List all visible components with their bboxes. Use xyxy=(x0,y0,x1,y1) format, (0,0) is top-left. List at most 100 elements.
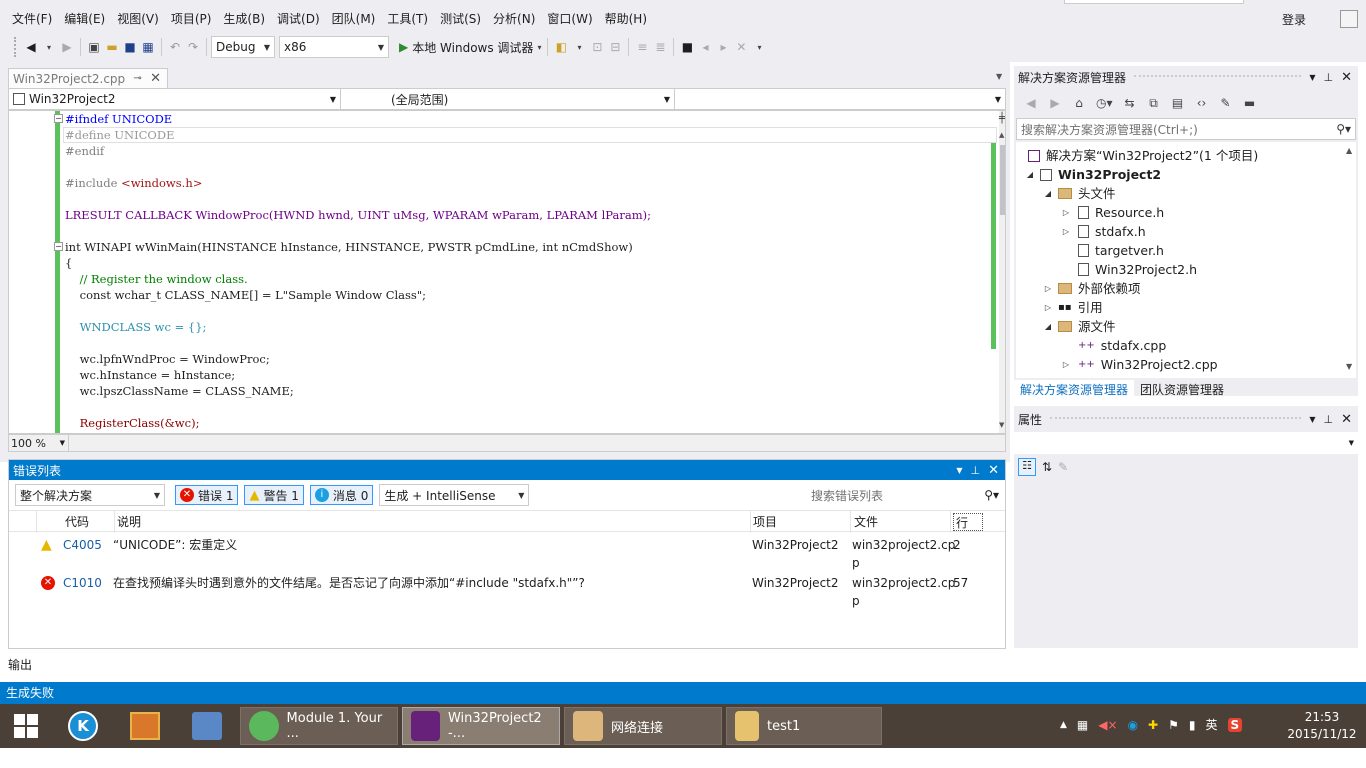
member-nav-select[interactable]: ▼ xyxy=(679,89,1005,109)
chevron-down-icon[interactable]: ▼ xyxy=(1309,415,1315,424)
toolbar-overflow-icon[interactable]: ▾ xyxy=(750,36,768,58)
quick-launch-box[interactable] xyxy=(1064,0,1244,4)
close-icon[interactable]: ✕ xyxy=(1341,412,1352,427)
properties-icon[interactable]: ✎ xyxy=(1217,92,1235,114)
tree-item-project[interactable]: ◢ Win32Project2 xyxy=(1024,165,1161,184)
tree-item-references[interactable]: ▷ ▪▪ 引用 xyxy=(1042,298,1103,317)
pin-icon[interactable]: ⊥ xyxy=(1324,71,1334,84)
uncomment-icon[interactable]: ⊟ xyxy=(606,36,624,58)
tree-item-sources-folder[interactable]: ◢ 源文件 xyxy=(1042,317,1116,336)
preview-icon[interactable]: ▬ xyxy=(1241,92,1259,114)
taskbar-item-network[interactable]: 网络连接 xyxy=(564,707,722,745)
menu-file[interactable]: 文件(F) xyxy=(6,6,58,32)
menu-test[interactable]: 测试(S) xyxy=(434,6,487,32)
warnings-filter-button[interactable]: ▲ 警告 1 xyxy=(244,485,304,505)
open-file-icon[interactable]: ▬ xyxy=(103,36,121,58)
close-icon[interactable]: ✕ xyxy=(1341,70,1352,85)
tree-item-file[interactable]: ▷ ++ Win32Project2.cpp xyxy=(1060,355,1218,374)
show-hidden-icons-icon[interactable]: ▲ xyxy=(1060,720,1067,730)
tree-item-file[interactable]: Win32Project2.h xyxy=(1078,260,1197,279)
flag-icon[interactable]: ⚑ xyxy=(1168,718,1179,732)
search-icon[interactable]: ⚲▾ xyxy=(984,488,1003,502)
collapse-icon[interactable]: − xyxy=(54,114,63,123)
zoom-select[interactable]: 100 % ▼ xyxy=(9,435,69,451)
collapsed-icon[interactable]: ▷ xyxy=(1060,203,1072,222)
network-tray-icon[interactable]: ◉ xyxy=(1128,718,1138,732)
properties-object-select[interactable]: ▼ xyxy=(1014,432,1358,454)
solution-search-input[interactable]: 搜索解决方案资源管理器(Ctrl+;) ⚲▾ xyxy=(1016,118,1356,140)
tree-item-external-deps[interactable]: ▷ 外部依赖项 xyxy=(1042,279,1141,298)
code-editor[interactable]: − − #ifndef UNICODE #define UNICODE #end… xyxy=(8,110,1006,434)
forward-icon[interactable]: ▶ xyxy=(1046,92,1064,114)
chevron-down-icon[interactable]: ▼ xyxy=(956,466,962,475)
tree-item-headers-folder[interactable]: ◢ 头文件 xyxy=(1042,184,1116,203)
expanded-icon[interactable]: ◢ xyxy=(1042,317,1054,336)
menu-help[interactable]: 帮助(H) xyxy=(599,6,653,32)
tray-app-icon[interactable]: ▦ xyxy=(1077,718,1088,732)
scroll-down-icon[interactable]: ▼ xyxy=(1346,362,1352,371)
start-button[interactable] xyxy=(14,714,40,740)
menu-project[interactable]: 项目(P) xyxy=(165,6,218,32)
severity-column-header[interactable] xyxy=(9,511,37,533)
config-select[interactable]: Debug ▼ xyxy=(211,36,275,58)
next-bookmark-icon[interactable]: ▸ xyxy=(714,36,732,58)
error-row[interactable]: ▲ C4005 “UNICODE”: 宏重定义 Win32Project2 wi… xyxy=(9,536,1005,572)
error-code-link[interactable]: C1010 xyxy=(63,574,102,592)
home-icon[interactable]: ⌂ xyxy=(1070,92,1088,114)
tree-scrollbar[interactable]: ▲ ▼ xyxy=(1344,142,1356,378)
sogou-ime-icon[interactable]: S xyxy=(1227,717,1243,732)
image-app-icon[interactable] xyxy=(130,712,160,740)
tree-item-file[interactable]: targetver.h xyxy=(1078,241,1164,260)
scroll-up-icon[interactable]: ▲ xyxy=(999,131,1004,139)
menu-analyze[interactable]: 分析(N) xyxy=(487,6,541,32)
pending-changes-icon[interactable]: ◷▾ xyxy=(1094,92,1115,114)
taskbar-item-folder[interactable]: test1 xyxy=(726,707,882,745)
toolbar-options-icon[interactable]: ▾ xyxy=(570,36,588,58)
outdent-icon[interactable]: ≡ xyxy=(633,36,651,58)
tab-overflow-icon[interactable]: ▼ xyxy=(996,72,1002,81)
categorized-icon[interactable]: ☷ xyxy=(1018,458,1036,476)
desc-column-header[interactable]: 说明 xyxy=(115,511,751,533)
collapse-icon[interactable]: − xyxy=(54,242,63,251)
collapsed-icon[interactable]: ▷ xyxy=(1042,298,1054,317)
error-search-input[interactable]: 搜索错误列表 ⚲▾ xyxy=(807,484,1003,506)
close-icon[interactable]: ✕ xyxy=(150,71,161,86)
line-column-header[interactable]: 行 xyxy=(953,513,983,531)
tab-solution-explorer[interactable]: 解决方案资源管理器 xyxy=(1014,380,1135,400)
clear-bookmarks-icon[interactable]: ✕ xyxy=(732,36,750,58)
show-all-files-icon[interactable]: ▤ xyxy=(1169,92,1187,114)
comment-icon[interactable]: ⊡ xyxy=(588,36,606,58)
ime-indicator[interactable]: 英 xyxy=(1205,716,1217,733)
taskbar-item-visual-studio[interactable]: Win32Project2 -... xyxy=(402,707,560,745)
security-icon[interactable]: ✚ xyxy=(1148,718,1158,732)
expanded-icon[interactable]: ◢ xyxy=(1042,184,1054,203)
menu-team[interactable]: 团队(M) xyxy=(326,6,382,32)
volume-muted-icon[interactable]: ◀× xyxy=(1098,718,1117,732)
back-icon[interactable]: ◀ xyxy=(22,36,40,58)
close-icon[interactable]: ✕ xyxy=(988,463,999,478)
menu-window[interactable]: 窗口(W) xyxy=(541,6,598,32)
messages-filter-button[interactable]: i 消息 0 xyxy=(309,485,374,505)
find-in-files-icon[interactable]: ◧ xyxy=(552,36,570,58)
indent-icon[interactable]: ≣ xyxy=(651,36,669,58)
collapsed-icon[interactable]: ▷ xyxy=(1060,355,1072,374)
clock[interactable]: 21:53 2015/11/12 xyxy=(1282,709,1362,743)
prev-bookmark-icon[interactable]: ◂ xyxy=(696,36,714,58)
menu-view[interactable]: 视图(V) xyxy=(111,6,165,32)
error-code-link[interactable]: C4005 xyxy=(63,536,102,554)
file-column-header[interactable]: 文件 xyxy=(851,511,951,533)
collapsed-icon[interactable]: ▷ xyxy=(1060,222,1072,241)
login-link[interactable]: 登录 xyxy=(1282,6,1306,34)
k-app-icon[interactable]: K xyxy=(68,711,98,741)
tool-app-icon[interactable] xyxy=(192,712,222,740)
scroll-down-icon[interactable]: ▼ xyxy=(999,421,1004,429)
output-tab[interactable]: 输出 xyxy=(8,656,32,673)
start-debug-button[interactable]: ▶ 本地 Windows 调试器 ▾ xyxy=(397,36,543,58)
project-column-header[interactable]: 项目 xyxy=(751,511,851,533)
tree-item-file[interactable]: ▷ stdafx.h xyxy=(1060,222,1146,241)
sync-icon[interactable]: ⇆ xyxy=(1121,92,1139,114)
tab-team-explorer[interactable]: 团队资源管理器 xyxy=(1134,380,1230,400)
project-nav-select[interactable]: Win32Project2 ▼ xyxy=(9,89,341,109)
redo-icon[interactable]: ↷ xyxy=(184,36,202,58)
tree-item-file[interactable]: ++ stdafx.cpp xyxy=(1078,336,1166,355)
